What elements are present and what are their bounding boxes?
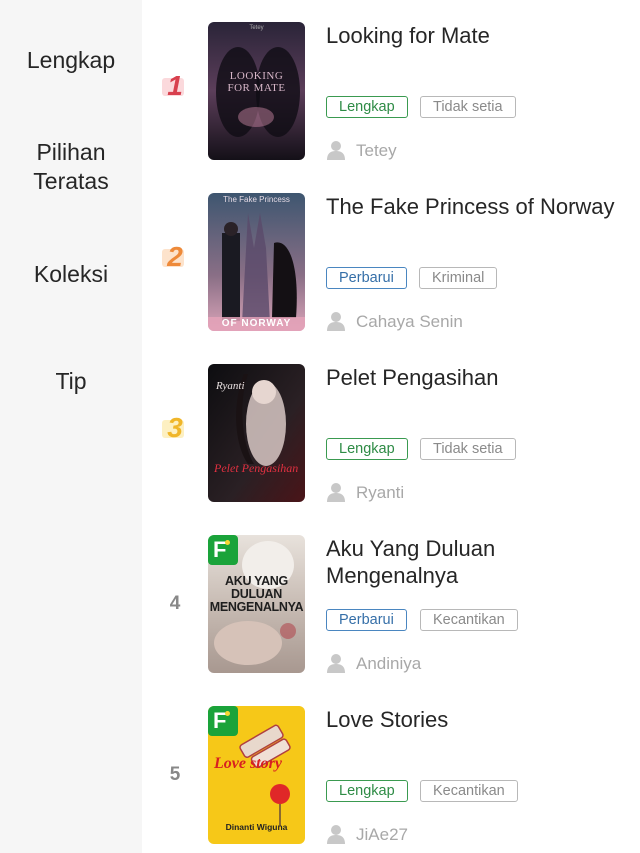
person-icon [327, 825, 345, 844]
book-cover[interactable]: OF NORWAY The Fake Princess [208, 193, 305, 331]
status-tag[interactable]: Lengkap [326, 780, 408, 802]
genre-tag[interactable]: Kriminal [419, 267, 498, 289]
ranking-list: 1 LOOKING FOR MATE Tetey Looking for Mat… [142, 0, 640, 853]
cover-subtitle: The Fake Princess [223, 195, 290, 204]
cover-title: Love story [214, 755, 282, 772]
person-icon [327, 483, 345, 502]
cover-title: LOOKING FOR MATE [227, 70, 286, 94]
rank-number: 2 [160, 241, 190, 273]
book-title[interactable]: Love Stories [326, 706, 626, 733]
status-tag[interactable]: Lengkap [326, 96, 408, 118]
list-item[interactable]: 3 Ryanti Pelet Pengasihan Pelet Pengasih… [142, 364, 640, 504]
author-name: Cahaya Senin [356, 312, 463, 331]
author-name: Tetey [356, 141, 397, 160]
rank-number: 5 [169, 764, 181, 785]
book-cover[interactable]: Ryanti Pelet Pengasihan [208, 364, 305, 502]
status-tag[interactable]: Lengkap [326, 438, 408, 460]
cover-title: Pelet Pengasihan [214, 461, 299, 475]
sidebar-item-lengkap[interactable]: Lengkap [0, 46, 142, 75]
list-item[interactable]: 5 Love story Dinanti Wiguna F Love Stori… [142, 706, 640, 846]
list-item[interactable]: 1 LOOKING FOR MATE Tetey Looking for Mat… [142, 22, 640, 162]
book-cover[interactable]: AKU YANG DULUAN MENGENALNYA F [208, 535, 305, 673]
list-item[interactable]: 4 AKU YANG DULUAN MENGENALNYA F Aku Yang… [142, 535, 640, 675]
sidebar-item-pilihan-teratas[interactable]: Pilihan Teratas [0, 138, 142, 196]
genre-tag[interactable]: Kecantikan [420, 780, 518, 802]
f-badge-icon: F [208, 535, 238, 565]
list-item[interactable]: 2 OF NORWAY The Fake Princess The Fake P… [142, 193, 640, 333]
book-cover[interactable]: Love story Dinanti Wiguna F [208, 706, 305, 844]
rank-number: 4 [169, 593, 181, 614]
author-name: Andiniya [356, 654, 422, 673]
book-title[interactable]: Aku Yang Duluan Mengenalnya [326, 535, 626, 589]
genre-tag[interactable]: Kecantikan [420, 609, 518, 631]
genre-tag[interactable]: Tidak setia [420, 438, 516, 460]
book-cover[interactable]: LOOKING FOR MATE Tetey [208, 22, 305, 160]
book-title[interactable]: The Fake Princess of Norway [326, 193, 626, 220]
sidebar-item-tip[interactable]: Tip [0, 367, 142, 396]
book-title[interactable]: Looking for Mate [326, 22, 626, 49]
status-tag[interactable]: Perbarui [326, 267, 407, 289]
person-icon [327, 654, 345, 673]
book-title[interactable]: Pelet Pengasihan [326, 364, 626, 391]
genre-tag[interactable]: Tidak setia [420, 96, 516, 118]
sidebar-item-koleksi[interactable]: Koleksi [0, 260, 142, 289]
author-name: Ryanti [356, 483, 405, 502]
category-sidebar: Lengkap Pilihan Teratas Koleksi Tip [0, 0, 142, 853]
author-name: JiAe27 [356, 825, 408, 844]
person-icon [327, 141, 345, 160]
cover-author: Dinanti Wiguna [225, 822, 288, 832]
rank-number: 1 [160, 70, 190, 102]
cover-title: OF NORWAY [221, 318, 292, 329]
cover-author: Ryanti [216, 380, 245, 392]
rank-number: 3 [160, 412, 190, 444]
status-tag[interactable]: Perbarui [326, 609, 407, 631]
f-badge-icon: F [208, 706, 238, 736]
person-icon [327, 312, 345, 331]
cover-author: Tetey [249, 25, 264, 31]
cover-title: AKU YANG DULUAN MENGENALNYA [209, 574, 304, 614]
